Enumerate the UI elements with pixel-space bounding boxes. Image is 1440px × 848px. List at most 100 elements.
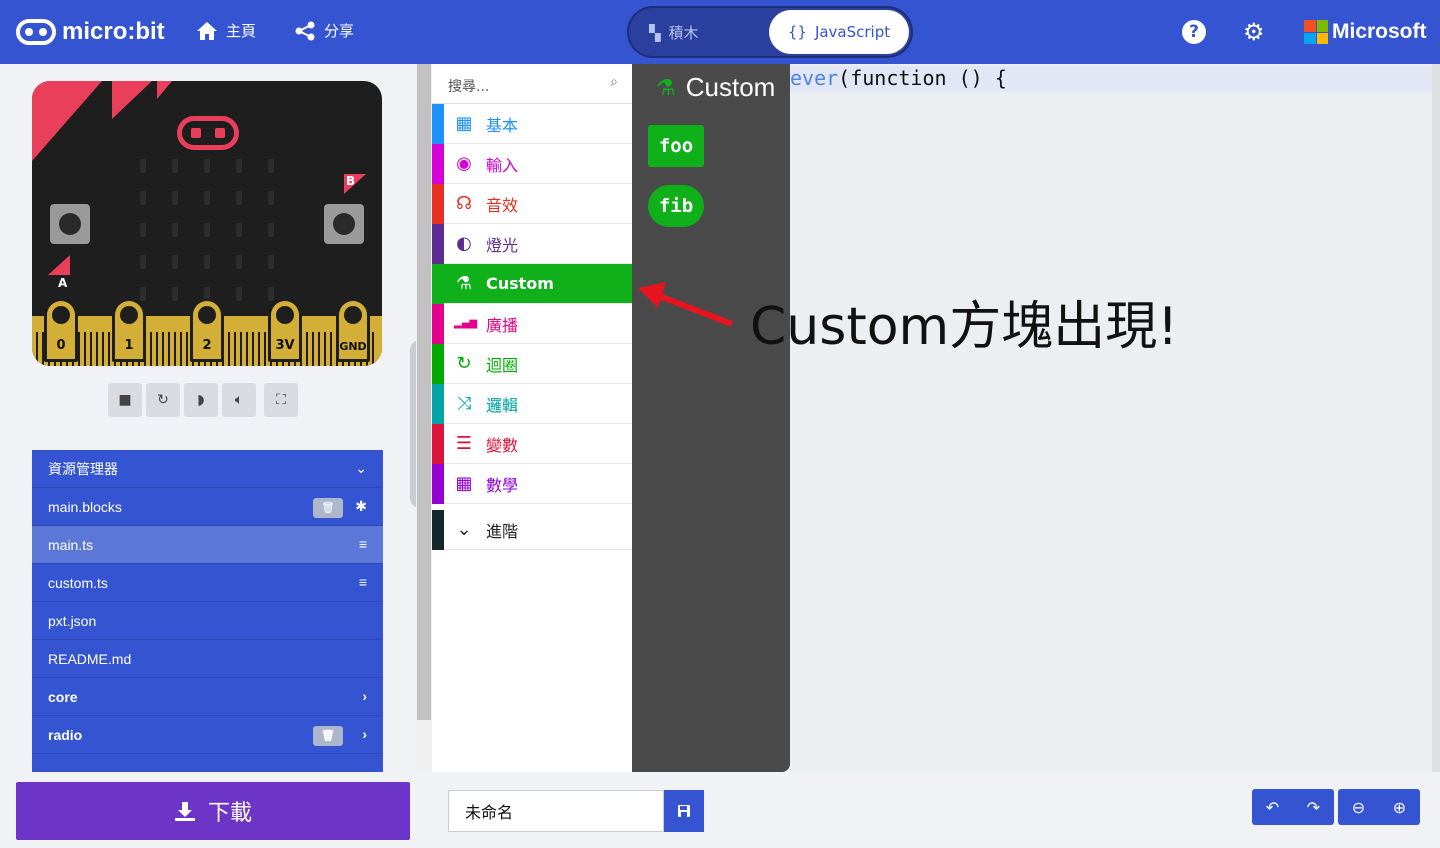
package-core[interactable]: core › [32, 678, 383, 716]
edge-tooth [252, 332, 254, 366]
slow-mo-icon[interactable]: ◗ [184, 383, 218, 417]
chevron-down-icon: ⌄ [456, 519, 472, 540]
custom-flyout: ⚗ Custom foo fib [632, 64, 790, 772]
file-main-blocks[interactable]: main.blocks 🗑︎ ✱ [32, 488, 383, 526]
package-name: core [48, 688, 78, 705]
pin-1[interactable]: 1 [112, 298, 146, 362]
fullscreen-icon[interactable]: ⛶ [264, 383, 298, 417]
pin-3v[interactable]: 3V [268, 298, 302, 362]
pin-gnd-label: GND [339, 340, 367, 353]
pin-2[interactable]: 2 [190, 298, 224, 362]
project-name-input[interactable] [448, 790, 664, 832]
block-foo[interactable]: foo [648, 125, 704, 167]
button-b[interactable] [324, 204, 364, 244]
category-color-bar [432, 424, 444, 464]
search-icon[interactable]: ⌕ [610, 74, 618, 90]
flyout-header: ⚗ Custom [656, 72, 775, 103]
edge-tooth [168, 332, 170, 366]
file-readme[interactable]: README.md [32, 640, 383, 678]
category-0[interactable]: ▦ 基本 [432, 104, 632, 144]
blocks-tab[interactable]: ▚ 積木 [649, 22, 699, 43]
share-button[interactable]: 分享 [294, 20, 354, 41]
trash-icon[interactable]: 🗑︎ [313, 726, 343, 746]
edge-tooth [102, 332, 104, 366]
microbit-logo[interactable]: micro:bit [16, 14, 165, 50]
explorer-header[interactable]: 資源管理器 ⌄ [32, 450, 383, 488]
toolbox: 搜尋... ⌕ ▦ 基本 ◉ 輸入 ☊ 音效 ◐ 燈光 ⚗ Custom ▂▄▆ 廣播 ↻ 迴圈 ⤨ 邏輯 ☰ 變… [416, 64, 632, 772]
javascript-tab[interactable]: {} JavaScript [769, 10, 909, 54]
microsoft-logo[interactable]: Microsoft [1304, 20, 1427, 44]
category-2[interactable]: ☊ 音效 [432, 184, 632, 224]
home-button[interactable]: 主頁 [196, 20, 256, 41]
package-partial[interactable] [32, 754, 383, 772]
category-color-bar [432, 304, 444, 344]
microbit-simulator[interactable]: A B 0 1 2 3V GND [32, 81, 382, 366]
category-icon: ▦ [455, 113, 473, 134]
puzzle-icon: ✱ [355, 498, 367, 514]
restart-icon[interactable]: ↻ [146, 383, 180, 417]
led-matrix [140, 159, 274, 301]
microbit-face-icon [16, 19, 56, 45]
toolbox-scrollbar[interactable] [416, 64, 432, 772]
category-color-bar [432, 510, 444, 550]
edge-tooth [90, 332, 92, 366]
block-fib[interactable]: fib [648, 185, 704, 227]
pin-0[interactable]: 0 [44, 298, 78, 362]
home-label: 主頁 [226, 22, 257, 40]
save-button[interactable] [664, 790, 704, 832]
category-6[interactable]: ↻ 迴圈 [432, 344, 632, 384]
redo-icon[interactable]: ↷ [1307, 798, 1320, 817]
pin-2-label: 2 [202, 338, 212, 353]
category-label: 音效 [486, 195, 519, 215]
scrollbar-thumb[interactable] [417, 64, 431, 720]
category-5[interactable]: ▂▄▆ 廣播 [432, 304, 632, 344]
category-1[interactable]: ◉ 輸入 [432, 144, 632, 184]
code-line-1[interactable]: ever(function () { [790, 66, 1438, 92]
top-menu-bar: micro:bit 主頁 分享 ▚ 積木 {} JavaScript ? ⚙ M… [0, 0, 1440, 64]
file-pxt-json[interactable]: pxt.json [32, 602, 383, 640]
home-icon [197, 21, 217, 40]
led [140, 159, 146, 173]
help-icon[interactable]: ? [1182, 20, 1206, 44]
package-radio[interactable]: radio 🗑︎ › [32, 716, 383, 754]
zoom-out-icon[interactable]: ⊖ [1352, 798, 1365, 817]
button-a[interactable] [50, 204, 90, 244]
code-scrollbar[interactable] [1432, 64, 1440, 772]
mute-icon[interactable]: 🔈︎ [222, 383, 256, 417]
pin-0-label: 0 [56, 338, 66, 353]
category-label: 迴圈 [486, 355, 519, 375]
edge-tooth [324, 332, 326, 366]
board-corner-stripes [32, 81, 172, 161]
trash-icon[interactable]: 🗑︎ [313, 498, 343, 518]
undo-icon[interactable]: ↶ [1266, 798, 1279, 817]
led [204, 191, 210, 205]
pin-gnd[interactable]: GND [336, 298, 370, 362]
file-main-ts[interactable]: main.ts ≡ [32, 526, 383, 564]
category-icon: ◐ [456, 233, 472, 254]
download-button[interactable]: 下載 [16, 782, 410, 840]
led [172, 159, 178, 173]
logo-text: micro:bit [62, 18, 165, 45]
toolbox-search[interactable]: 搜尋... ⌕ [432, 64, 632, 104]
pin-1-label: 1 [124, 338, 134, 353]
code-editor[interactable]: ever(function () { [790, 64, 1440, 772]
category-advanced[interactable]: ⌄ 進階 [432, 510, 632, 550]
stop-icon[interactable]: ■ [108, 383, 142, 417]
category-icon: ☊ [456, 193, 472, 214]
zoom-in-icon[interactable]: ⊕ [1393, 798, 1406, 817]
category-8[interactable]: ☰ 變數 [432, 424, 632, 464]
category-icon: ↻ [456, 353, 472, 374]
edge-tooth [318, 332, 320, 366]
package-name: radio [48, 726, 83, 743]
category-4[interactable]: ⚗ Custom [432, 264, 632, 304]
category-color-bar [432, 104, 444, 144]
category-7[interactable]: ⤨ 邏輯 [432, 384, 632, 424]
led [236, 223, 242, 237]
category-label: 邏輯 [486, 395, 519, 415]
category-3[interactable]: ◐ 燈光 [432, 224, 632, 264]
file-custom-ts[interactable]: custom.ts ≡ [32, 564, 383, 602]
gear-icon[interactable]: ⚙ [1243, 20, 1267, 44]
zoom-group: ⊖ ⊕ [1338, 789, 1420, 825]
category-9[interactable]: ▦ 數學 [432, 464, 632, 504]
microsoft-grid-icon [1304, 20, 1328, 44]
